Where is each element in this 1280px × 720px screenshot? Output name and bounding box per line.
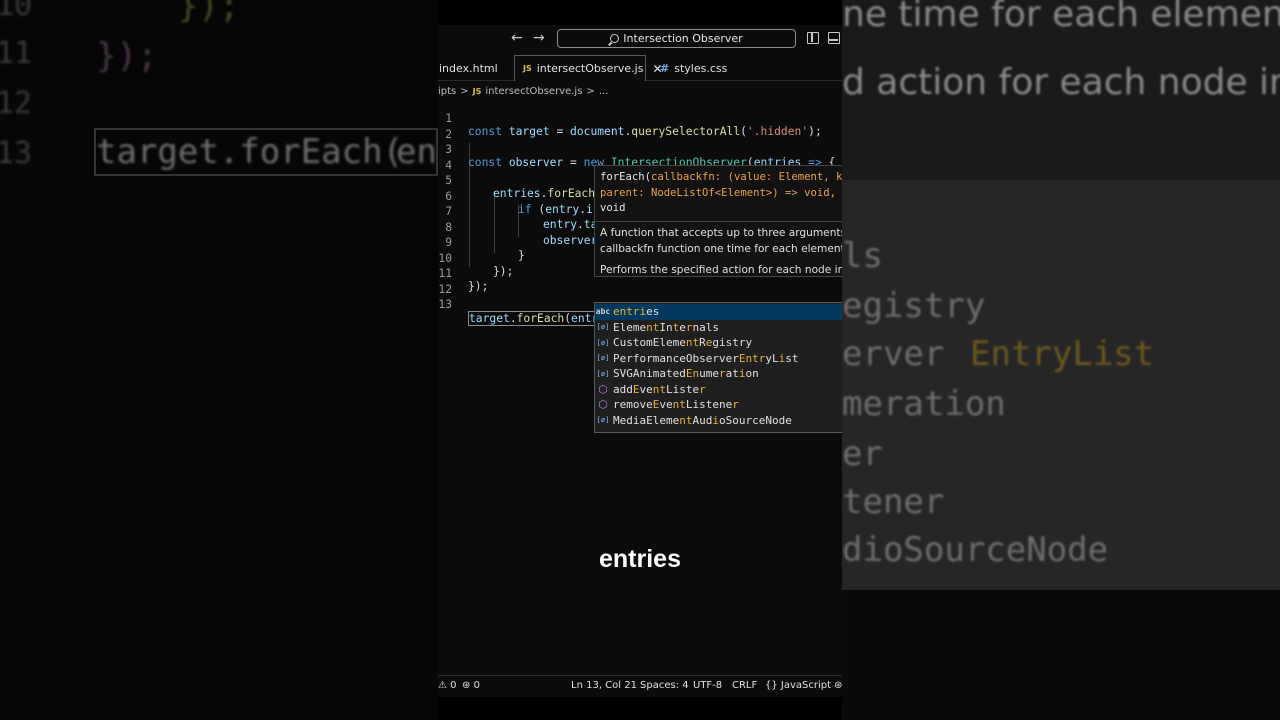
signature-hover-widget: forEach(callbackfn: (value: Element, ke … — [594, 165, 842, 277]
method-cube-icon: ⬡ — [598, 398, 608, 412]
braces-icon: {} — [765, 680, 778, 691]
bg-code-line: }); — [96, 36, 158, 76]
interface-symbol-icon: [ø] — [596, 416, 610, 425]
chevron-right-icon: > — [586, 86, 595, 97]
toggle-panel-icon[interactable] — [828, 32, 840, 44]
tab-intersect-observe-js[interactable]: JS intersectObserve.js ✕ — [514, 55, 663, 81]
broadcast-icon: ⊛ — [462, 680, 471, 691]
code-line: 2 — [438, 115, 842, 141]
bg-line-number: 13 — [0, 136, 33, 171]
copilot-icon[interactable]: ⊛ — [834, 680, 842, 691]
tab-index-html[interactable]: index.html — [438, 55, 511, 81]
bg-code-line: }); — [96, 0, 240, 26]
forward-arrow-icon[interactable]: → — [533, 30, 545, 46]
interface-symbol-icon: [ø] — [596, 338, 610, 347]
text-word-icon: abc — [595, 307, 611, 317]
search-icon — [610, 34, 620, 43]
title-bar: ← → Intersection Observer — [438, 25, 842, 53]
encoding[interactable]: UTF-8 — [693, 680, 722, 691]
hover-signature: forEach(callbackfn: (value: Element, ke … — [600, 171, 842, 214]
bg-suggest-text: dioSourceNode — [842, 530, 1109, 570]
javascript-file-icon: JS — [472, 87, 482, 96]
breadcrumb-folder[interactable]: ipts — [438, 86, 456, 97]
suggestion-item[interactable]: [ø] SVGAnimatedEnumeration — [595, 366, 842, 382]
bg-code-line: target.forEach( — [96, 132, 404, 172]
bg-code-line: ent — [396, 132, 438, 172]
breadcrumb-symbol[interactable]: ... — [599, 86, 609, 97]
bg-suggest-text: erver — [842, 334, 945, 374]
tab-label: intersectObserve.js — [536, 62, 644, 75]
line-number: 13 — [438, 298, 452, 311]
code-line: 1 const target = document.querySelectorA… — [438, 99, 842, 138]
bg-hover-panel: ne time for each element in d action for… — [842, 0, 1280, 180]
bg-suggest-text: er — [842, 434, 883, 474]
problems-indicator[interactable]: ⚠ 0 — [438, 680, 457, 691]
back-arrow-icon[interactable]: ← — [511, 30, 523, 46]
video-caption: entries — [599, 545, 681, 573]
bg-line-number: 10 — [0, 0, 33, 23]
hover-documentation: A function that accepts up to three argu… — [600, 227, 842, 276]
line-ending[interactable]: CRLF — [732, 680, 757, 691]
javascript-file-icon: JS — [523, 64, 532, 73]
bg-suggest-text: EntryList — [970, 334, 1155, 374]
cursor-position[interactable]: Ln 13, Col 21 — [571, 680, 637, 691]
suggestion-item[interactable]: [ø] ElementInternals — [595, 320, 842, 336]
breadcrumb-file[interactable]: intersectObserve.js — [485, 86, 582, 97]
bg-hover-text: ne time for each element in — [842, 0, 1280, 35]
indentation[interactable]: Spaces: 4 — [640, 680, 689, 691]
interface-symbol-icon: [ø] — [596, 369, 610, 378]
bg-hover-text: d action for each node in an — [842, 62, 1280, 103]
search-text: Intersection Observer — [623, 32, 743, 45]
bg-suggest-panel: ls egistry erver EntryList meration er t… — [842, 180, 1280, 590]
code-editor-window: ← → Intersection Observer index.html JS … — [438, 25, 842, 697]
suggestion-item[interactable]: [ø] PerformanceObserverEntryList — [595, 351, 842, 367]
command-center-search[interactable]: Intersection Observer — [557, 29, 796, 48]
suggestion-item[interactable]: ⬡ removeEventListener — [595, 397, 842, 413]
breadcrumb: ipts > JS intersectObserve.js > ... — [438, 84, 608, 99]
suggestion-item[interactable]: abc entries — [595, 304, 842, 320]
suggestion-item[interactable]: [ø] MediaElementAudioSourceNode — [595, 413, 842, 429]
interface-symbol-icon: [ø] — [596, 323, 610, 332]
suggestion-item[interactable]: [ø] CustomElementRegistry — [595, 335, 842, 351]
bg-suggest-text: ls — [842, 236, 883, 276]
bg-suggest-text: meration — [842, 384, 1006, 424]
bg-suggest-text: egistry — [842, 286, 986, 326]
tab-label: styles.css — [674, 61, 728, 75]
suggestion-item[interactable]: ⬡ addEventLister — [595, 382, 842, 398]
bg-line-number: 11 — [0, 36, 33, 71]
autocomplete-suggestions: abc entries [ø] ElementInternals [ø] Cus… — [594, 302, 842, 433]
code-line: 4 — [438, 146, 842, 172]
tab-label: index.html — [439, 61, 498, 75]
tab-styles-css[interactable]: # styles.css — [652, 55, 746, 81]
interface-symbol-icon: [ø] — [596, 354, 610, 363]
hover-divider — [595, 221, 842, 222]
background-zoom-left: 10 11 12 13 }); }); target.forEach( ent — [0, 0, 438, 720]
language-mode[interactable]: {} JavaScript — [765, 680, 831, 691]
code-line-current: 13 target.forEach(entri) — [438, 285, 842, 326]
bg-current-line: target.forEach( ent — [94, 128, 438, 176]
css-file-icon: # — [660, 61, 670, 75]
ports-indicator[interactable]: ⊛ 0 — [462, 680, 480, 691]
chevron-right-icon: > — [460, 86, 469, 97]
bg-line-number: 12 — [0, 86, 33, 121]
bg-suggest-text: tener — [842, 482, 945, 522]
code-line: 3 const observer = new IntersectionObser… — [438, 130, 842, 169]
toggle-sidebar-icon[interactable] — [807, 32, 819, 44]
status-bar: ⚠ 0 ⊛ 0 Ln 13, Col 21 Spaces: 4 UTF-8 CR… — [438, 675, 842, 695]
method-cube-icon: ⬡ — [598, 382, 608, 396]
editor-tabs: index.html JS intersectObserve.js ✕ # st… — [438, 55, 842, 81]
background-zoom-right: ne time for each element in d action for… — [842, 0, 1280, 720]
